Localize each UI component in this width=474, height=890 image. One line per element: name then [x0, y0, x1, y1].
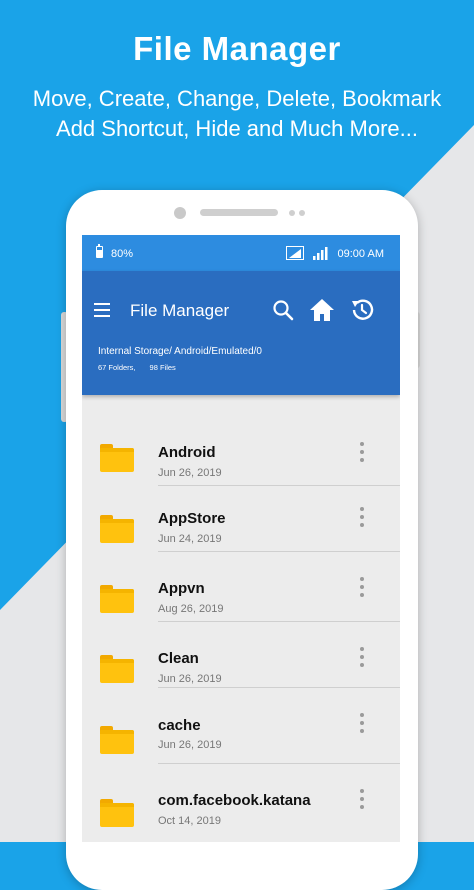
file-name: com.facebook.katana [158, 792, 311, 809]
list-item[interactable]: AppStore Jun 24, 2019 [82, 485, 400, 552]
promo-subtitle-line1: Move, Create, Change, Delete, Bookmark [32, 86, 442, 111]
folder-icon [100, 444, 134, 472]
history-icon[interactable] [349, 297, 375, 323]
files-count: 98 Files [149, 363, 176, 372]
file-name: Clean [158, 650, 199, 667]
app-bar: File Manager Internal Storage/ Android/E… [82, 271, 400, 395]
breadcrumb-path[interactable]: Internal Storage/ Android/Emulated/0 [98, 346, 262, 357]
app-title: File Manager [130, 301, 230, 320]
phone-sensor-dot [289, 210, 295, 216]
file-date: Jun 24, 2019 [158, 533, 222, 545]
file-name: AppStore [158, 510, 226, 527]
more-options-icon[interactable] [358, 789, 366, 809]
status-time: 09:00 AM [337, 248, 384, 260]
folder-icon [100, 585, 134, 613]
divider [158, 763, 400, 764]
cellular-signal-icon [313, 247, 328, 260]
home-icon[interactable] [309, 297, 335, 323]
file-date: Aug 26, 2019 [158, 603, 224, 615]
folder-icon [100, 655, 134, 683]
list-item[interactable]: cache Jun 26, 2019 [82, 691, 400, 764]
more-options-icon[interactable] [358, 713, 366, 733]
divider [158, 621, 400, 622]
wifi-signal-icon [286, 246, 304, 260]
promo-title: File Manager [133, 30, 341, 67]
more-options-icon[interactable] [358, 647, 366, 667]
list-item[interactable]: Appvn Aug 26, 2019 [82, 555, 400, 622]
file-date: Jun 26, 2019 [158, 739, 222, 751]
phone-sensor-dot [299, 210, 305, 216]
status-bar: 80% 09:00 AM [82, 235, 400, 271]
item-counts: 67 Folders, 98 Files [98, 363, 176, 372]
folder-icon [100, 515, 134, 543]
list-item[interactable]: com.facebook.katana Oct 14, 2019 [82, 767, 400, 837]
folder-icon [100, 726, 134, 754]
more-options-icon[interactable] [358, 507, 366, 527]
battery-icon [96, 244, 103, 258]
battery-percentage: 80% [111, 248, 134, 260]
phone-camera [174, 207, 186, 219]
list-item[interactable]: Android Jun 26, 2019 [82, 395, 400, 486]
file-date: Jun 26, 2019 [158, 673, 222, 685]
divider [158, 551, 400, 552]
file-name: Appvn [158, 580, 205, 597]
file-date: Jun 26, 2019 [158, 467, 222, 479]
file-name: Android [158, 444, 216, 461]
menu-icon[interactable] [94, 303, 110, 317]
phone-speaker [200, 209, 278, 216]
file-list: Android Jun 26, 2019 [82, 395, 400, 486]
folders-count: 67 Folders, [98, 363, 136, 372]
search-icon[interactable] [270, 297, 296, 323]
phone-screen: 80% 09:00 AM File Manager Internal Stora… [82, 235, 400, 842]
file-date: Oct 14, 2019 [158, 815, 221, 827]
divider [158, 687, 400, 688]
promo-subtitle-line2: Add Shortcut, Hide and Much More... [56, 116, 418, 141]
file-name: cache [158, 717, 201, 734]
folder-icon [100, 799, 134, 827]
list-item[interactable]: Clean Jun 26, 2019 [82, 625, 400, 691]
more-options-icon[interactable] [358, 442, 366, 462]
more-options-icon[interactable] [358, 577, 366, 597]
